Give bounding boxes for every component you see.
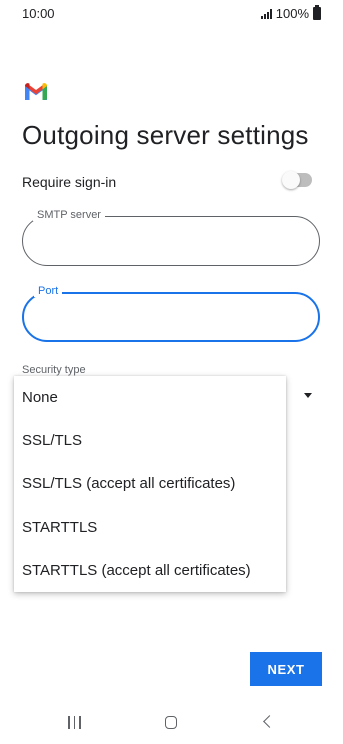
port-label: Port: [34, 285, 63, 297]
recent-apps-icon[interactable]: [68, 716, 81, 729]
status-indicators: 100%: [260, 5, 321, 21]
battery-icon: [313, 5, 321, 20]
next-button[interactable]: NEXT: [250, 652, 322, 686]
signal-icon: [260, 8, 272, 19]
dropdown-arrow-icon[interactable]: [304, 393, 312, 398]
home-icon[interactable]: [165, 716, 177, 729]
require-signin-row: Require sign-in: [22, 171, 322, 196]
menu-item-starttls-accept-all[interactable]: STARTTLS (accept all certificates): [14, 549, 286, 592]
require-signin-toggle[interactable]: [282, 171, 312, 189]
menu-item-starttls[interactable]: STARTTLS: [14, 506, 286, 549]
security-type-menu: None SSL/TLS SSL/TLS (accept all certifi…: [14, 376, 286, 592]
navigation-bar: [0, 706, 343, 740]
battery-percent: 100%: [275, 6, 309, 21]
menu-item-ssl-tls[interactable]: SSL/TLS: [14, 419, 286, 462]
require-signin-label: Require sign-in: [22, 174, 117, 190]
toggle-knob: [282, 171, 300, 189]
security-type-label: Security type: [22, 364, 86, 376]
page-title: Outgoing server settings: [22, 120, 309, 150]
smtp-server-label: SMTP server: [33, 209, 105, 221]
status-time: 10:00: [22, 6, 55, 21]
menu-item-none[interactable]: None: [14, 376, 286, 419]
menu-item-ssl-tls-accept-all[interactable]: SSL/TLS (accept all certificates): [14, 462, 286, 505]
port-field[interactable]: Port: [22, 285, 320, 342]
gmail-logo: [25, 83, 47, 100]
status-bar: 10:00 100%: [0, 0, 343, 28]
back-icon[interactable]: [263, 715, 276, 728]
smtp-server-field[interactable]: SMTP server: [22, 209, 320, 266]
